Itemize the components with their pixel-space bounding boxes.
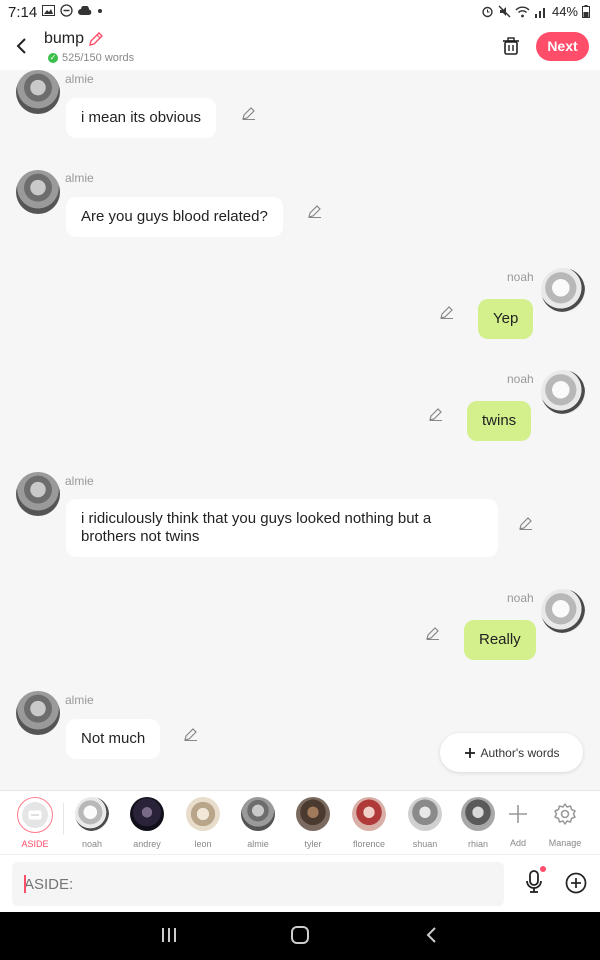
next-button[interactable]: Next [536,32,589,61]
home-icon[interactable] [290,925,310,950]
edit-message-icon[interactable] [307,203,323,219]
message-bubble[interactable]: Really [464,620,536,660]
character-avatar [408,797,442,831]
plus-icon [464,747,475,758]
battery-percent: 44% [551,4,578,19]
battery-icon [582,5,590,18]
aside-button[interactable] [17,797,53,833]
avatar-noah[interactable] [541,589,585,633]
edit-message-icon[interactable] [439,304,455,320]
cloud-icon [78,5,92,15]
gallery-icon [42,5,55,16]
character-label: florence [352,839,386,849]
character-avatar [241,797,275,831]
status-bar: 7:14 44% [0,0,600,24]
add-character-button[interactable]: Add [493,797,543,848]
header: bump ✓ 525/150 words Next [0,24,600,70]
edit-message-icon[interactable] [425,625,441,641]
text-caret [24,875,26,893]
message-sender: noah [507,270,534,284]
character-avatar [352,797,386,831]
character-label: almie [247,839,269,849]
edit-message-icon[interactable] [518,515,534,531]
authors-words-label: Author's words [480,745,560,760]
message-bubble[interactable]: twins [467,401,532,441]
character-label: andrey [133,839,161,849]
recent-apps-icon[interactable] [160,925,178,950]
check-icon: ✓ [48,53,58,63]
message-bubble[interactable]: i mean its obvious [66,98,217,138]
character-avatar [130,797,164,831]
character-label: noah [81,839,103,849]
avatar-almie[interactable] [16,70,60,114]
gear-icon [554,803,576,825]
dot-icon [98,8,102,13]
edit-message-icon[interactable] [428,406,444,422]
signal-icon [534,7,545,18]
manage-characters-button[interactable]: Manage [540,797,590,848]
character-label: leon [194,839,212,849]
word-count-text: 525/150 words [62,52,135,64]
alarm-icon [482,6,493,18]
aside-label: ASIDE [21,839,49,849]
minus-circle-icon [60,4,73,17]
character-leon[interactable]: leon [178,797,228,849]
plus-icon [509,805,527,823]
message-sender: almie [65,474,94,488]
page-title: bump [44,30,85,47]
aside-icon [28,810,42,820]
add-circle-icon[interactable] [565,872,587,894]
message-input[interactable] [12,862,504,906]
message-sender: almie [65,72,94,86]
edit-message-icon[interactable] [241,105,257,121]
character-shuan[interactable]: shuan [400,797,450,849]
trash-icon[interactable] [501,36,521,56]
back-nav-icon[interactable] [424,925,438,950]
message-sender: noah [507,591,534,605]
notification-dot [540,866,546,872]
character-avatar [296,797,330,831]
add-label: Add [509,838,526,848]
input-bar [0,854,600,912]
character-label: tyler [304,839,322,849]
message-sender: noah [507,372,534,386]
mute-icon [498,5,511,18]
microphone-icon[interactable] [523,869,545,895]
authors-words-button[interactable]: Author's words [440,733,583,772]
message-bubble[interactable]: Yep [478,299,534,339]
avatar-almie[interactable] [16,691,60,735]
character-almie[interactable]: almie [233,797,283,849]
character-avatar [461,797,495,831]
character-label: shuan [412,839,438,849]
edit-title-icon[interactable] [87,30,105,48]
system-nav-bar [0,912,600,960]
avatar-almie[interactable] [16,472,60,516]
message-bubble[interactable]: Are you guys blood related? [66,197,283,237]
message-bubble[interactable]: i ridiculously think that you guys looke… [66,499,498,557]
manage-label: Manage [548,838,582,848]
word-count: ✓ 525/150 words [48,52,134,64]
chat-area[interactable]: almie i mean its obvious almie Are you g… [0,70,600,790]
avatar-almie[interactable] [16,170,60,214]
character-andrey[interactable]: andrey [122,797,172,849]
character-florence[interactable]: florence [344,797,394,849]
wifi-icon [515,6,530,17]
character-avatar [75,797,109,831]
message-sender: almie [65,693,94,707]
edit-message-icon[interactable] [183,726,199,742]
character-bar: ASIDE noah andrey leon almie tyler flore… [0,790,600,854]
message-sender: almie [65,171,94,185]
divider [63,803,64,835]
message-bubble[interactable]: Not much [66,719,161,759]
avatar-noah[interactable] [541,370,585,414]
character-tyler[interactable]: tyler [288,797,338,849]
avatar-noah[interactable] [541,268,585,312]
status-time: 7:14 [8,4,38,21]
character-avatar [186,797,220,831]
character-noah[interactable]: noah [67,797,117,849]
back-icon[interactable] [12,34,32,58]
